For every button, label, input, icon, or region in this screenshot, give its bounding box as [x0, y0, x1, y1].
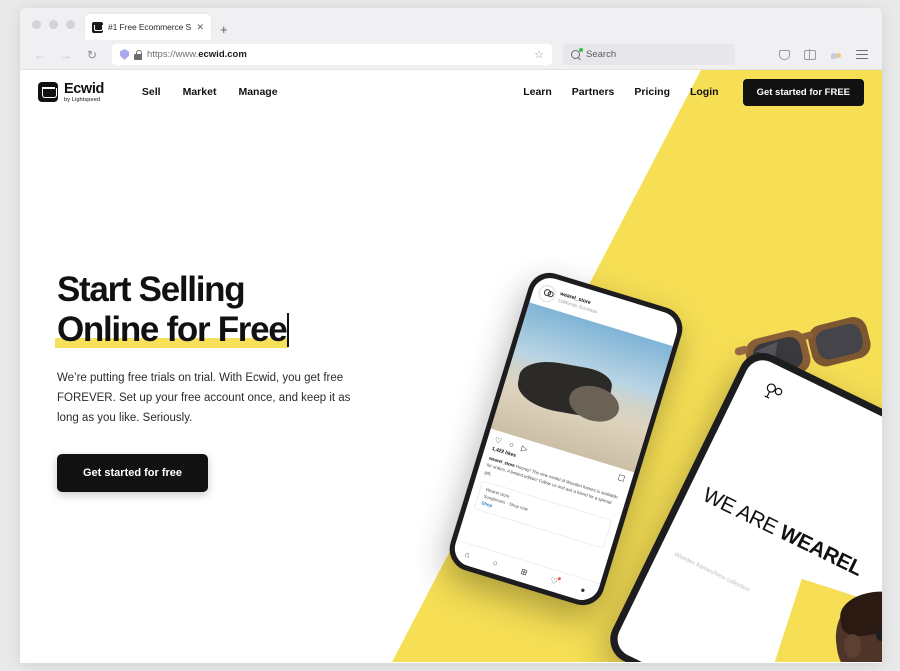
man-wearing-sunglasses — [810, 590, 882, 662]
maximize-window-button[interactable] — [66, 19, 75, 29]
window-controls[interactable] — [28, 8, 85, 40]
search-bar[interactable]: Search — [563, 44, 735, 65]
nav-item-market[interactable]: Market — [183, 86, 217, 98]
hero-subcopy: We’re putting free trials on trial. With… — [57, 371, 351, 425]
tablet-hero-bold: WEAREL — [775, 520, 867, 581]
instagram-post-header: wearel_store California, Encinitas — [529, 274, 681, 347]
hamburger-menu-icon[interactable] — [850, 44, 874, 66]
shopping-cart-icon — [38, 82, 58, 102]
minimize-window-button[interactable] — [49, 19, 58, 29]
logo-name: Ecwid — [64, 80, 104, 97]
tab-strip: #1 Free Ecommerce Shopping C ✕ + — [20, 8, 882, 40]
close-icon[interactable]: ✕ — [196, 22, 204, 32]
url-scheme: https://www. — [147, 49, 199, 60]
add-post-icon[interactable]: ⊞ — [520, 567, 529, 578]
tablet-screen: Shop Delivery Service WE ARE WEAREL Wood… — [611, 354, 882, 662]
pocket-icon[interactable] — [772, 44, 796, 66]
nav-item-pricing[interactable]: Pricing — [634, 86, 670, 98]
headline-line-2-wrap: Online for Free — [55, 309, 289, 350]
browser-toolbar: ← → ↻ https://www.ecwid.com ☆ Search — [20, 40, 882, 70]
new-tab-button[interactable]: + — [211, 23, 237, 40]
phone-screen: wearel_store California, Encinitas ♡ ○ ▷… — [450, 273, 682, 605]
product-card-title: Wearel store — [484, 487, 511, 500]
instagram-actions: ♡ ○ ▷ ☐ — [486, 429, 634, 488]
tab-title: #1 Free Ecommerce Shopping C — [108, 22, 192, 32]
headline-line-2: Online for Free — [57, 309, 288, 349]
instagram-caption-text: Hooray! The new model of Wooden frames i… — [484, 462, 619, 506]
search-engine-badge — [579, 47, 583, 52]
bookmark-star-icon[interactable]: ☆ — [534, 48, 544, 61]
search-magnifier-icon — [571, 47, 583, 60]
wooden-sunglasses — [734, 317, 871, 382]
like-icon[interactable]: ♡ — [493, 435, 502, 446]
tablet-accent-shape — [730, 578, 882, 662]
wearel-logo-icon — [536, 283, 558, 305]
primary-nav: Sell Market Manage — [142, 86, 278, 98]
back-arrow-icon[interactable]: ← — [28, 44, 52, 66]
url-text: https://www.ecwid.com — [147, 49, 247, 60]
product-card-link[interactable]: Shop — [481, 500, 602, 543]
tablet-hero-subtitle: Wooden frames/New collection — [673, 551, 751, 594]
search-placeholder: Search — [586, 49, 617, 60]
tracking-shield-icon[interactable] — [120, 49, 129, 60]
instagram-product-card[interactable]: Wearel store Sunglasses · Shop now Shop — [473, 480, 613, 550]
phone-mockup: wearel_store California, Encinitas ♡ ○ ▷… — [444, 267, 688, 611]
hero-content: Start Selling Online for Free We’re putt… — [55, 270, 387, 493]
instagram-caption: wearel_store Hooray! The new model of Wo… — [477, 452, 627, 517]
tablet-hero-title: WE ARE WEAREL — [699, 483, 866, 581]
page-viewport: Ecwid by Lightspeed Sell Market Manage L… — [20, 70, 882, 662]
nav-item-manage[interactable]: Manage — [238, 86, 277, 98]
instagram-caption-username: wearel_store — [488, 455, 516, 469]
reload-icon[interactable]: ↻ — [80, 44, 104, 66]
logo-tagline: by Lightspeed — [64, 96, 101, 103]
forward-arrow-icon[interactable]: → — [54, 44, 78, 66]
address-bar[interactable]: https://www.ecwid.com ☆ — [112, 44, 552, 65]
profile-icon[interactable]: ● — [579, 585, 586, 595]
wearel-logo-icon — [764, 383, 783, 399]
header-get-started-button[interactable]: Get started for FREE — [742, 78, 864, 106]
instagram-username: wearel_store — [559, 291, 592, 307]
url-host: ecwid.com — [198, 49, 247, 60]
hero-get-started-button[interactable]: Get started for free — [57, 454, 209, 493]
home-icon[interactable]: ⌂ — [464, 550, 471, 560]
instagram-location: California, Encinitas — [557, 297, 598, 315]
toolbar-right-icons — [772, 44, 874, 66]
search-icon[interactable]: ○ — [492, 558, 499, 568]
secondary-nav: Learn Partners Pricing Login Get started… — [523, 78, 864, 106]
browser-window: #1 Free Ecommerce Shopping C ✕ + ← → ↻ h… — [20, 8, 882, 663]
headline-line-1: Start Selling — [57, 270, 246, 309]
instagram-tabbar: ⌂ ○ ⊞ ♡ ● — [450, 539, 601, 605]
save-icon[interactable]: ☐ — [617, 473, 626, 484]
site-header: Ecwid by Lightspeed Sell Market Manage L… — [20, 70, 882, 114]
firefox-account-icon[interactable] — [824, 44, 848, 66]
tablet-hero-light: WE ARE — [699, 483, 786, 542]
product-card-text: Sunglasses · Shop now — [483, 493, 529, 512]
nav-item-sell[interactable]: Sell — [142, 86, 161, 98]
black-sunglasses — [577, 660, 704, 662]
ecwid-logo[interactable]: Ecwid by Lightspeed — [38, 81, 104, 104]
text-caret — [287, 312, 290, 347]
tablet-mockup: Shop Delivery Service WE ARE WEAREL Wood… — [602, 344, 882, 662]
close-window-button[interactable] — [32, 19, 41, 29]
instagram-likes: 1,422 likes — [491, 445, 517, 459]
instagram-photo — [490, 302, 673, 473]
share-icon[interactable]: ▷ — [520, 444, 529, 454]
browser-tab[interactable]: #1 Free Ecommerce Shopping C ✕ — [85, 14, 211, 40]
cart-favicon-icon — [92, 21, 103, 33]
hero-headline: Start Selling Online for Free — [55, 270, 387, 350]
nav-item-login[interactable]: Login — [690, 86, 719, 98]
activity-icon[interactable]: ♡ — [549, 576, 558, 587]
comment-icon[interactable]: ○ — [508, 440, 515, 450]
padlock-icon[interactable] — [134, 49, 143, 60]
nav-item-learn[interactable]: Learn — [523, 86, 552, 98]
nav-item-partners[interactable]: Partners — [572, 86, 615, 98]
sidebar-icon[interactable] — [798, 44, 822, 66]
